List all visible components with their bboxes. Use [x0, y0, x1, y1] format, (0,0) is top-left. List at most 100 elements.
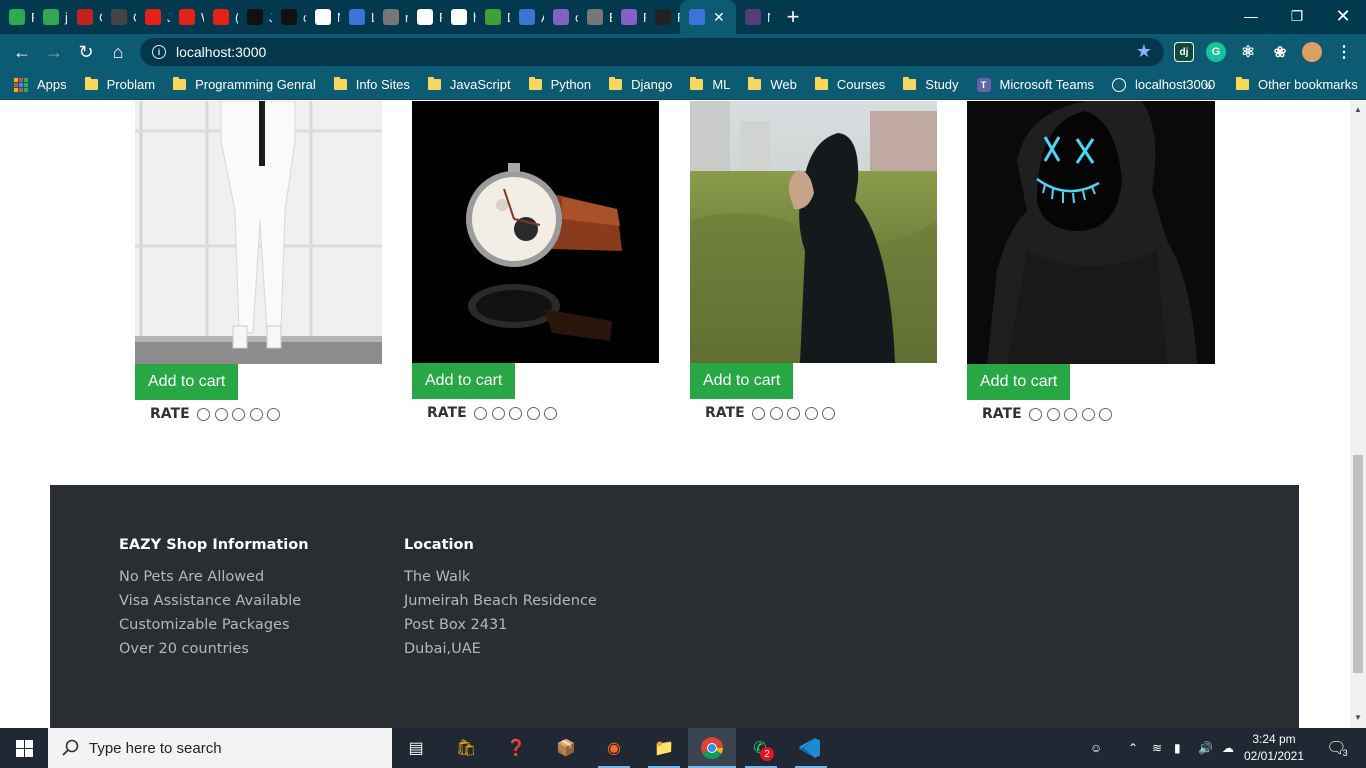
browser-tab[interactable]: Re: [646, 0, 680, 34]
python-installer-icon[interactable]: 📦: [552, 734, 580, 762]
rating-star-4[interactable]: [804, 406, 818, 420]
address-bar[interactable]: i localhost:3000 ★: [140, 38, 1164, 66]
file-explorer-icon[interactable]: 📁: [650, 734, 678, 762]
system-clock[interactable]: 3:24 pm 02/01/2021: [1232, 731, 1316, 765]
task-view-icon[interactable]: ▤: [402, 734, 430, 762]
browser-tab[interactable]: Pe: [612, 0, 646, 34]
store-icon[interactable]: 🛍: [452, 734, 480, 762]
product-image-neon-mask-hoodie[interactable]: [967, 101, 1215, 364]
rating-star-3[interactable]: [509, 406, 523, 420]
rating-star-4[interactable]: [249, 407, 263, 421]
rating-star-2[interactable]: [769, 406, 783, 420]
page-scrollbar[interactable]: ▲ ▼: [1350, 101, 1366, 728]
rating-star-2[interactable]: [491, 406, 505, 420]
restore-button[interactable]: ❐: [1274, 0, 1320, 32]
rating-star-5[interactable]: [1099, 407, 1113, 421]
rating-star-1[interactable]: [197, 407, 211, 421]
site-info-icon[interactable]: i: [152, 45, 166, 59]
rating-star-3[interactable]: [1064, 407, 1078, 421]
browser-tab[interactable]: A|: [510, 0, 544, 34]
firefox-icon[interactable]: ◉: [600, 734, 628, 762]
close-window-button[interactable]: ✕: [1320, 0, 1366, 32]
more-bookmarks-button[interactable]: »: [1204, 77, 1212, 93]
rating-star-5[interactable]: [267, 407, 281, 421]
chrome-taskbar-icon[interactable]: [688, 728, 736, 768]
bookmark-item[interactable]: Programming Genral: [173, 77, 316, 92]
sticky-notes-icon[interactable]: ❓: [502, 734, 530, 762]
browser-tab[interactable]: Da: [476, 0, 510, 34]
bookmark-item[interactable]: localhost3000: [1111, 77, 1215, 92]
browser-tab[interactable]: La: [340, 0, 374, 34]
grammarly-extension-icon[interactable]: G: [1206, 42, 1226, 62]
add-to-cart-button[interactable]: Add to cart: [135, 364, 239, 400]
vscode-icon[interactable]: [796, 734, 824, 762]
people-icon[interactable]: ☺: [1090, 728, 1102, 768]
rating-star-3[interactable]: [787, 406, 801, 420]
scroll-down-arrow-icon[interactable]: ▼: [1354, 713, 1362, 722]
rating-star-2[interactable]: [1046, 407, 1060, 421]
bookmark-item[interactable]: Apps: [14, 77, 67, 92]
tray-chevron-up-icon[interactable]: ⌃: [1128, 728, 1138, 768]
notification-center-icon[interactable]: 🗨 3: [1322, 728, 1352, 768]
other-bookmarks-folder[interactable]: Other bookmarks: [1236, 77, 1358, 92]
scroll-up-arrow-icon[interactable]: ▲: [1354, 105, 1362, 114]
whatsapp-icon[interactable]: ✆ 2: [746, 734, 774, 762]
browser-tab[interactable]: Ex: [578, 0, 612, 34]
browser-tab[interactable]: Ne: [306, 0, 340, 34]
bookmark-item[interactable]: Study: [903, 77, 959, 92]
product-image-man-in-hood[interactable]: [690, 101, 937, 363]
reload-button[interactable]: ↻: [73, 39, 99, 65]
browser-tab[interactable]: N:: [736, 0, 770, 34]
react-devtools-icon[interactable]: ⚛: [1238, 42, 1258, 62]
volume-icon[interactable]: 🔊: [1198, 728, 1213, 768]
browser-tab[interactable]: Cc: [68, 0, 102, 34]
bookmark-item[interactable]: ML: [690, 77, 730, 92]
taskbar-search-box[interactable]: Type here to search: [48, 728, 392, 768]
rating-star-5[interactable]: [544, 406, 558, 420]
battery-icon[interactable]: ▮: [1174, 728, 1181, 768]
home-button[interactable]: ⌂: [105, 39, 131, 65]
bookmark-item[interactable]: Courses: [814, 77, 885, 92]
bookmark-item[interactable]: Problam: [84, 77, 155, 92]
menu-kebab-icon[interactable]: ⋮: [1334, 42, 1354, 62]
add-to-cart-button[interactable]: Add to cart: [412, 363, 516, 399]
bookmark-item[interactable]: JavaScript: [427, 77, 511, 92]
profile-avatar[interactable]: [1302, 42, 1322, 62]
bookmark-item[interactable]: Web: [748, 77, 797, 92]
browser-tab[interactable]: Fc: [408, 0, 442, 34]
browser-tab[interactable]: (1): [204, 0, 238, 34]
rating-star-1[interactable]: [752, 406, 766, 420]
tab-close-icon[interactable]: ✕: [713, 9, 725, 26]
add-to-cart-button[interactable]: Add to cart: [967, 364, 1071, 400]
rating-star-2[interactable]: [214, 407, 228, 421]
rating-star-1[interactable]: [1029, 407, 1043, 421]
browser-tab[interactable]: Ja: [238, 0, 272, 34]
minimize-button[interactable]: —: [1228, 0, 1274, 32]
start-button[interactable]: [0, 728, 48, 768]
rating-star-3[interactable]: [232, 407, 246, 421]
rating-star-4[interactable]: [1081, 407, 1095, 421]
bookmark-item[interactable]: T Microsoft Teams: [976, 77, 1094, 92]
extensions-puzzle-icon[interactable]: ❀: [1270, 42, 1290, 62]
rating-star-4[interactable]: [526, 406, 540, 420]
scrollbar-thumb[interactable]: [1353, 455, 1363, 673]
browser-tab[interactable]: ra: [374, 0, 408, 34]
django-extension-icon[interactable]: dj: [1174, 42, 1194, 62]
product-image-woman-in-white-suit[interactable]: [135, 101, 382, 364]
browser-tab[interactable]: or: [544, 0, 578, 34]
bookmark-item[interactable]: Django: [609, 77, 672, 92]
add-to-cart-button[interactable]: Add to cart: [690, 363, 794, 399]
network-icon[interactable]: ≋: [1152, 728, 1162, 768]
product-image-wristwatch[interactable]: [412, 101, 659, 363]
browser-tab[interactable]: JS: [136, 0, 170, 34]
bookmark-item[interactable]: Info Sites: [333, 77, 410, 92]
browser-tab[interactable]: jQ: [34, 0, 68, 34]
new-tab-button[interactable]: +: [778, 2, 808, 32]
bookmark-item[interactable]: Python: [528, 77, 591, 92]
browser-tab[interactable]: hc: [442, 0, 476, 34]
bookmark-star-icon[interactable]: ★: [1136, 41, 1152, 62]
browser-tab[interactable]: O|: [102, 0, 136, 34]
browser-tab[interactable]: W: [170, 0, 204, 34]
browser-tab[interactable]: co: [272, 0, 306, 34]
back-button[interactable]: ←: [9, 39, 35, 65]
